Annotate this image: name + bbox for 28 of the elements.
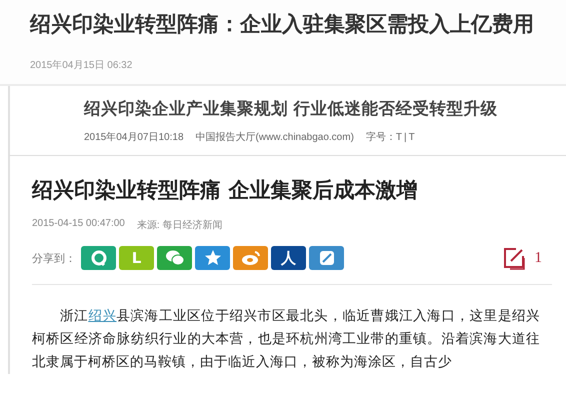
font-size-link[interactable]: T	[408, 132, 415, 143]
place-link[interactable]: 绍兴	[88, 308, 116, 324]
separator-text: |	[404, 132, 407, 143]
article-title: 绍兴印染企业产业集聚规划 行业低迷能否经受转型升级	[84, 98, 499, 120]
article-paragraph: 浙江绍兴县滨海工业区位于绍兴市区最北头，临近曹娥江入海口，这里是绍兴柯桥区经济命脉纺织行业的大本营，也是环杭州湾工业带的重镇。沿着滨海大道往北隶属于柯桥区的马鞍镇，由于临近入海口，被称为海涂区，自古少	[32, 307, 540, 372]
article-title: 绍兴印染业转型阵痛 企业集聚后成本激增	[32, 177, 418, 204]
share-button[interactable]	[81, 246, 116, 270]
share-button[interactable]	[195, 246, 230, 270]
share-button[interactable]: 人	[271, 246, 306, 270]
star-icon	[204, 249, 222, 267]
source-text: 中国报告大厅(www.chinabgao.com)	[196, 130, 354, 144]
font-size-link[interactable]: T	[396, 132, 402, 143]
publish-date: 2015年04月15日 06:32	[30, 59, 134, 72]
publish-date: 2015-04-15 00:47:00	[32, 218, 125, 231]
comment-count: 1	[534, 250, 542, 266]
font-size-label: 字号：	[366, 132, 396, 143]
share-button[interactable]	[233, 246, 268, 270]
source-text: 来源: 每日经济新闻	[136, 218, 222, 232]
edit-icon[interactable]	[502, 246, 526, 270]
publish-date: 2015年04月07日10:18	[84, 131, 184, 144]
share-button[interactable]	[157, 246, 192, 270]
ring-icon	[90, 249, 108, 267]
share-button[interactable]	[309, 246, 344, 270]
note-icon	[318, 250, 334, 266]
eye-icon	[240, 250, 260, 266]
share-label: 分享到：	[32, 250, 76, 266]
chat-bubbles-icon	[164, 249, 184, 267]
article-title: 绍兴印染业转型阵痛：企业入驻集聚区需投入上亿费用	[30, 11, 535, 38]
